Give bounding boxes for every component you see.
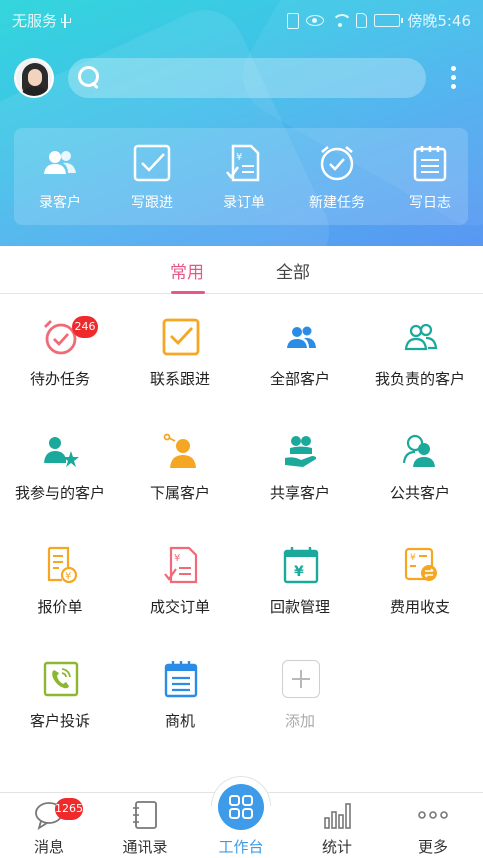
- stats-icon: [324, 803, 351, 829]
- grid-item-label: 待办任务: [29, 370, 90, 388]
- more-icon: [418, 811, 448, 819]
- grid-item-label: 全部客户: [269, 370, 330, 388]
- grid-item-label: 共享客户: [269, 484, 330, 502]
- svg-text:¥: ¥: [174, 553, 180, 564]
- grid-item-todo-tasks[interactable]: 待办任务: [0, 318, 120, 418]
- payment-calendar-icon: ¥: [283, 547, 319, 584]
- order-icon: ¥: [226, 144, 260, 182]
- share-hand-icon: [285, 436, 317, 467]
- expense-calculator-icon: ¥: [404, 547, 437, 581]
- grid-item-label: 我负责的客户: [374, 370, 465, 388]
- grid-item-label: 联系跟进: [149, 370, 210, 388]
- tab-all[interactable]: 全部: [276, 258, 310, 283]
- nav-contacts[interactable]: 通讯录: [100, 792, 190, 858]
- grid-item-label: 商机: [164, 712, 195, 730]
- deal-order-icon: ¥: [164, 546, 198, 584]
- checkbox-icon: [162, 318, 200, 356]
- status-bar: 无服务 傍晚5:46: [0, 0, 483, 38]
- grid-item-opportunities[interactable]: 商机: [120, 660, 240, 760]
- people-outline-icon: [404, 323, 438, 351]
- quick-action-label: 录订单: [223, 195, 265, 211]
- nav-workbench-label: 工作台: [218, 838, 264, 856]
- quick-action-label: 写日志: [409, 195, 451, 211]
- tab-active-indicator: [171, 291, 205, 294]
- contacts-icon: [133, 801, 157, 829]
- nav-stats[interactable]: 统计: [292, 792, 382, 858]
- svg-text:¥: ¥: [65, 571, 71, 582]
- grid-item-label: 报价单: [37, 598, 83, 616]
- quote-document-icon: ¥: [47, 546, 78, 584]
- tab-bar: 常用 全部: [0, 246, 483, 294]
- quick-action-order[interactable]: ¥ 录订单: [198, 128, 290, 225]
- grid-item-label: 下属客户: [149, 484, 210, 502]
- message-count-badge: 1265: [55, 798, 83, 820]
- grid-item-deal-orders[interactable]: ¥ 成交订单: [120, 546, 240, 646]
- nav-label: 更多: [417, 838, 448, 856]
- public-customer-icon: [402, 434, 435, 467]
- quick-action-journal[interactable]: 写日志: [384, 128, 476, 225]
- subordinate-icon: [163, 433, 196, 468]
- quick-actions-card: 录客户 写跟进 ¥ 录订单 新建任务 写日志: [14, 128, 468, 225]
- add-icon: [282, 660, 320, 698]
- tab-common[interactable]: 常用: [170, 258, 204, 283]
- grid-item-subordinate-customers[interactable]: 下属客户: [120, 432, 240, 532]
- complaint-phone-icon: [43, 661, 79, 697]
- quick-action-label: 写跟进: [131, 195, 173, 211]
- grid-item-participated-customers[interactable]: 我参与的客户: [0, 432, 120, 532]
- vibrate-icon: [287, 12, 300, 29]
- more-vertical-icon[interactable]: [444, 64, 462, 92]
- carrier-text: 无服务: [12, 12, 58, 30]
- add-customer-icon: [44, 151, 76, 174]
- quick-action-follow-up[interactable]: 写跟进: [106, 128, 198, 225]
- grid-item-label: 客户投诉: [29, 712, 90, 730]
- quick-action-add-customer[interactable]: 录客户: [14, 128, 106, 225]
- search-bar[interactable]: [68, 58, 426, 98]
- quick-action-new-task[interactable]: 新建任务: [291, 128, 383, 225]
- grid-item-add[interactable]: 添加: [240, 660, 360, 760]
- grid-item-expenses[interactable]: ¥ 费用收支: [360, 546, 480, 646]
- person-star-icon: [44, 437, 79, 467]
- eye-comfort-icon: [306, 15, 325, 26]
- grid-item-quotation[interactable]: ¥ 报价单: [0, 546, 120, 646]
- grid-item-all-customers[interactable]: 全部客户: [240, 318, 360, 418]
- grid-item-contact-follow-up[interactable]: 联系跟进: [120, 318, 240, 418]
- grid-item-public-customers[interactable]: 公共客户: [360, 432, 480, 532]
- svg-text:¥: ¥: [236, 152, 242, 163]
- nav-label: 通讯录: [122, 838, 168, 856]
- svg-text:¥: ¥: [410, 553, 416, 563]
- quick-action-label: 录客户: [39, 195, 81, 211]
- grid-item-shared-customers[interactable]: 共享客户: [240, 432, 360, 532]
- search-icon[interactable]: [78, 66, 102, 90]
- grid-item-payment-management[interactable]: ¥ 回款管理: [240, 546, 360, 646]
- grid-item-label: 回款管理: [269, 598, 330, 616]
- new-task-icon: [320, 146, 354, 181]
- nav-label: 统计: [321, 838, 352, 856]
- grid-item-label: 添加: [284, 712, 315, 730]
- workbench-icon: [229, 795, 253, 819]
- quick-action-label: 新建任务: [309, 195, 365, 211]
- nav-workbench[interactable]: [218, 784, 264, 830]
- opportunity-notepad-icon: [164, 661, 198, 698]
- journal-icon: [413, 146, 447, 182]
- todo-count-badge: 246: [72, 316, 98, 338]
- grid-item-label: 成交订单: [149, 598, 210, 616]
- nav-more[interactable]: 更多: [388, 792, 478, 858]
- sim-icon: [356, 13, 368, 28]
- search-input[interactable]: [108, 66, 414, 90]
- follow-up-icon: [133, 144, 171, 182]
- grid-item-customer-complaints[interactable]: 客户投诉: [0, 660, 120, 760]
- grid-item-label: 公共客户: [389, 484, 450, 502]
- people-icon: [287, 326, 316, 348]
- grid-item-my-customers[interactable]: 我负责的客户: [360, 318, 480, 418]
- grid-item-label: 我参与的客户: [14, 484, 105, 502]
- usb-icon: [61, 13, 72, 28]
- battery-icon: [374, 14, 404, 27]
- grid-item-label: 费用收支: [389, 598, 450, 616]
- nav-label: 消息: [33, 838, 64, 856]
- avatar[interactable]: [14, 58, 54, 98]
- clock-text: 傍晚5:46: [407, 12, 471, 30]
- svg-text:¥: ¥: [294, 564, 304, 580]
- wifi-icon: [331, 13, 353, 28]
